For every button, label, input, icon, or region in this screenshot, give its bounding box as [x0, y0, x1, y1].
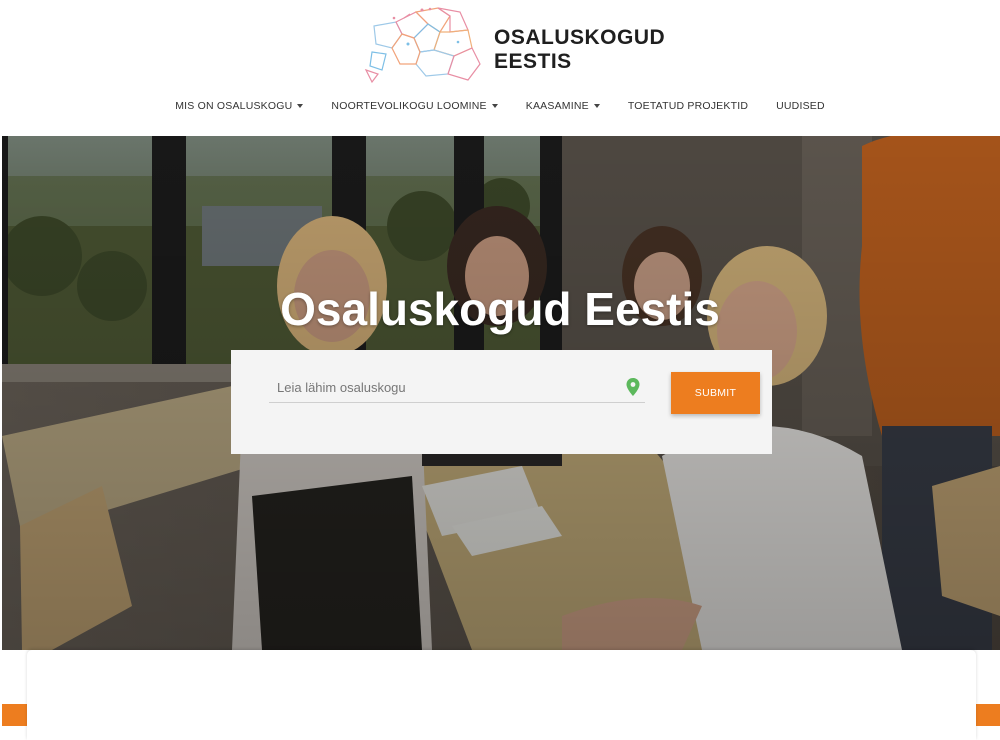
nav-item-mis-on-osaluskogu[interactable]: MIS ON OSALUSKOGU — [175, 96, 304, 116]
site-logo[interactable]: OSALUSKOGUD EESTIS — [364, 4, 665, 86]
estonia-map-icon — [364, 7, 481, 84]
accent-stripe-right — [976, 704, 1000, 726]
nav-item-label: NOORTEVOLIKOGU LOOMINE — [331, 100, 487, 112]
hero-title: Osaluskogud Eestis — [280, 283, 720, 335]
nav-item-kaasamine[interactable]: KAASAMINE — [526, 96, 600, 116]
nav-item-label: MIS ON OSALUSKOGU — [175, 100, 293, 112]
search-input[interactable] — [269, 372, 617, 402]
main-nav: MIS ON OSALUSKOGU NOORTEVOLIKOGU LOOMINE… — [0, 96, 1000, 116]
logo-line-2: EESTIS — [494, 50, 572, 73]
nav-item-toetatud-projektid[interactable]: TOETATUD PROJEKTID — [628, 96, 748, 116]
site-header: OSALUSKOGUD EESTIS MIS ON OSALUSKOGU NOO… — [0, 0, 1000, 136]
logo-wordmark: OSALUSKOGUD EESTIS — [494, 26, 665, 74]
caret-down-icon — [491, 104, 498, 109]
search-card: SUBMIT — [231, 350, 772, 454]
map-pin-icon[interactable] — [626, 378, 640, 396]
nav-item-label: KAASAMINE — [525, 100, 589, 112]
caret-down-icon — [593, 104, 600, 109]
nav-item-uudised[interactable]: UUDISED — [776, 96, 825, 116]
content-card — [27, 650, 976, 740]
accent-stripe-left — [2, 704, 27, 726]
caret-down-icon — [297, 104, 304, 109]
search-field — [269, 372, 645, 403]
nav-item-noortevolikogu-loomine[interactable]: NOORTEVOLIKOGU LOOMINE — [331, 96, 498, 116]
nav-item-label: UUDISED — [776, 100, 825, 112]
submit-button[interactable]: SUBMIT — [671, 372, 760, 414]
nav-item-label: TOETATUD PROJEKTID — [627, 100, 749, 112]
logo-line-1: OSALUSKOGUD — [494, 26, 666, 49]
